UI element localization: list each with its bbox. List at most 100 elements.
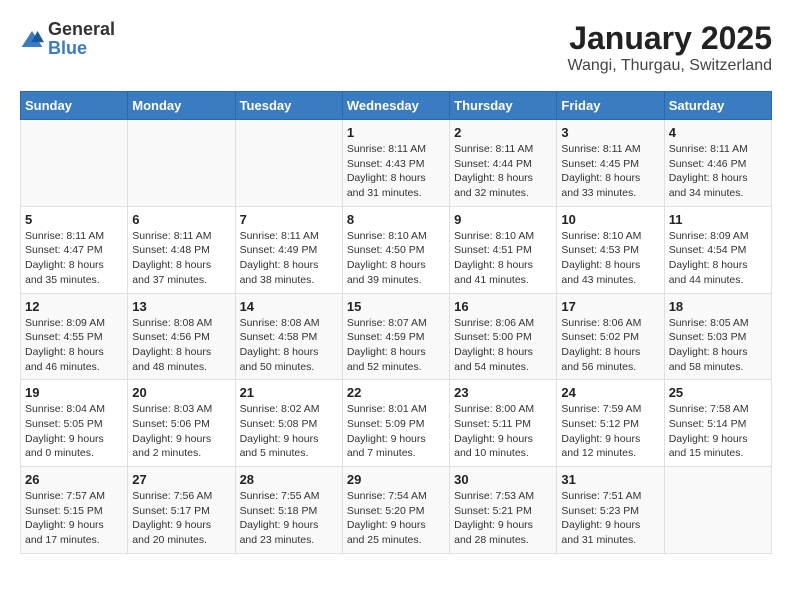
day-info: Sunrise: 8:11 AM Sunset: 4:45 PM Dayligh… (561, 142, 659, 201)
day-info: Sunrise: 7:53 AM Sunset: 5:21 PM Dayligh… (454, 489, 552, 548)
day-info: Sunrise: 8:11 AM Sunset: 4:43 PM Dayligh… (347, 142, 445, 201)
calendar-day: 25 Sunrise: 7:58 AM Sunset: 5:14 PM Dayli… (664, 380, 771, 467)
calendar-day: 14 Sunrise: 8:08 AM Sunset: 4:58 PM Dayli… (235, 293, 342, 380)
calendar-day: 17 Sunrise: 8:06 AM Sunset: 5:02 PM Dayli… (557, 293, 664, 380)
day-info: Sunrise: 8:11 AM Sunset: 4:44 PM Dayligh… (454, 142, 552, 201)
calendar-day: 3 Sunrise: 8:11 AM Sunset: 4:45 PM Daylig… (557, 120, 664, 207)
calendar-header: SundayMondayTuesdayWednesdayThursdayFrid… (21, 92, 772, 120)
calendar-day: 13Sunrise: 8:08 AM Sunset: 4:56 PM Dayli… (128, 293, 235, 380)
day-number: 25 (669, 385, 767, 400)
day-number: 4 (669, 125, 767, 140)
calendar-day: 12 Sunrise: 8:09 AM Sunset: 4:55 PM Dayli… (21, 293, 128, 380)
day-number: 11 (669, 212, 767, 227)
day-info: Sunrise: 8:09 AM Sunset: 4:55 PM Dayligh… (25, 316, 123, 375)
header: General Blue January 2025 Wangi, Thurgau… (20, 20, 772, 75)
day-info: Sunrise: 8:02 AM Sunset: 5:08 PM Dayligh… (240, 402, 338, 461)
logo-icon (20, 29, 44, 49)
calendar-day: 2Sunrise: 8:11 AM Sunset: 4:44 PM Daylig… (450, 120, 557, 207)
day-info: Sunrise: 8:06 AM Sunset: 5:00 PM Dayligh… (454, 316, 552, 375)
day-number: 9 (454, 212, 552, 227)
calendar-day: 7Sunrise: 8:11 AM Sunset: 4:49 PM Daylig… (235, 206, 342, 293)
day-number: 21 (240, 385, 338, 400)
day-info: Sunrise: 8:07 AM Sunset: 4:59 PM Dayligh… (347, 316, 445, 375)
calendar-day: 8Sunrise: 8:10 AM Sunset: 4:50 PM Daylig… (342, 206, 449, 293)
day-number: 23 (454, 385, 552, 400)
day-info: Sunrise: 7:58 AM Sunset: 5:14 PM Dayligh… (669, 402, 767, 461)
day-number: 14 (240, 299, 338, 314)
calendar-day: 30 Sunrise: 7:53 AM Sunset: 5:21 PM Dayli… (450, 467, 557, 554)
day-info: Sunrise: 8:00 AM Sunset: 5:11 PM Dayligh… (454, 402, 552, 461)
day-info: Sunrise: 7:57 AM Sunset: 5:15 PM Dayligh… (25, 489, 123, 548)
calendar-day: 28Sunrise: 7:55 AM Sunset: 5:18 PM Dayli… (235, 467, 342, 554)
col-header-tuesday: Tuesday (235, 92, 342, 120)
calendar-day: 21 Sunrise: 8:02 AM Sunset: 5:08 PM Dayli… (235, 380, 342, 467)
logo-general: General (48, 19, 115, 39)
calendar-table: SundayMondayTuesdayWednesdayThursdayFrid… (20, 91, 772, 554)
calendar-day: 19Sunrise: 8:04 AM Sunset: 5:05 PM Dayli… (21, 380, 128, 467)
day-number: 8 (347, 212, 445, 227)
calendar-day: 9 Sunrise: 8:10 AM Sunset: 4:51 PM Daylig… (450, 206, 557, 293)
calendar-day: 29 Sunrise: 7:54 AM Sunset: 5:20 PM Dayli… (342, 467, 449, 554)
day-info: Sunrise: 8:03 AM Sunset: 5:06 PM Dayligh… (132, 402, 230, 461)
day-info: Sunrise: 7:59 AM Sunset: 5:12 PM Dayligh… (561, 402, 659, 461)
calendar-day: 18 Sunrise: 8:05 AM Sunset: 5:03 PM Dayli… (664, 293, 771, 380)
calendar-day: 5 Sunrise: 8:11 AM Sunset: 4:47 PM Daylig… (21, 206, 128, 293)
calendar-week-5: 26 Sunrise: 7:57 AM Sunset: 5:15 PM Dayli… (21, 467, 772, 554)
day-info: Sunrise: 8:05 AM Sunset: 5:03 PM Dayligh… (669, 316, 767, 375)
calendar-week-1: 1Sunrise: 8:11 AM Sunset: 4:43 PM Daylig… (21, 120, 772, 207)
calendar-day (128, 120, 235, 207)
day-info: Sunrise: 8:04 AM Sunset: 5:05 PM Dayligh… (25, 402, 123, 461)
calendar-day: 15 Sunrise: 8:07 AM Sunset: 4:59 PM Dayli… (342, 293, 449, 380)
calendar-day: 23 Sunrise: 8:00 AM Sunset: 5:11 PM Dayli… (450, 380, 557, 467)
day-info: Sunrise: 8:11 AM Sunset: 4:49 PM Dayligh… (240, 229, 338, 288)
col-header-monday: Monday (128, 92, 235, 120)
calendar-day: 26 Sunrise: 7:57 AM Sunset: 5:15 PM Dayli… (21, 467, 128, 554)
calendar-day: 16 Sunrise: 8:06 AM Sunset: 5:00 PM Dayli… (450, 293, 557, 380)
day-info: Sunrise: 8:11 AM Sunset: 4:48 PM Dayligh… (132, 229, 230, 288)
calendar-day: 22 Sunrise: 8:01 AM Sunset: 5:09 PM Dayli… (342, 380, 449, 467)
day-number: 10 (561, 212, 659, 227)
calendar-day (664, 467, 771, 554)
calendar-day: 20Sunrise: 8:03 AM Sunset: 5:06 PM Dayli… (128, 380, 235, 467)
day-number: 30 (454, 472, 552, 487)
calendar-day: 4 Sunrise: 8:11 AM Sunset: 4:46 PM Daylig… (664, 120, 771, 207)
day-info: Sunrise: 8:10 AM Sunset: 4:51 PM Dayligh… (454, 229, 552, 288)
col-header-friday: Friday (557, 92, 664, 120)
day-info: Sunrise: 8:11 AM Sunset: 4:46 PM Dayligh… (669, 142, 767, 201)
day-info: Sunrise: 8:01 AM Sunset: 5:09 PM Dayligh… (347, 402, 445, 461)
day-number: 22 (347, 385, 445, 400)
day-number: 27 (132, 472, 230, 487)
calendar-week-2: 5 Sunrise: 8:11 AM Sunset: 4:47 PM Daylig… (21, 206, 772, 293)
calendar-week-4: 19Sunrise: 8:04 AM Sunset: 5:05 PM Dayli… (21, 380, 772, 467)
calendar-body: 1Sunrise: 8:11 AM Sunset: 4:43 PM Daylig… (21, 120, 772, 554)
calendar-day: 11 Sunrise: 8:09 AM Sunset: 4:54 PM Dayli… (664, 206, 771, 293)
day-number: 26 (25, 472, 123, 487)
day-info: Sunrise: 7:54 AM Sunset: 5:20 PM Dayligh… (347, 489, 445, 548)
day-number: 15 (347, 299, 445, 314)
calendar-day (21, 120, 128, 207)
logo: General Blue (20, 20, 115, 58)
col-header-thursday: Thursday (450, 92, 557, 120)
day-number: 29 (347, 472, 445, 487)
calendar-week-3: 12 Sunrise: 8:09 AM Sunset: 4:55 PM Dayli… (21, 293, 772, 380)
calendar-day (235, 120, 342, 207)
day-info: Sunrise: 8:11 AM Sunset: 4:47 PM Dayligh… (25, 229, 123, 288)
day-number: 3 (561, 125, 659, 140)
day-info: Sunrise: 8:08 AM Sunset: 4:58 PM Dayligh… (240, 316, 338, 375)
col-header-sunday: Sunday (21, 92, 128, 120)
day-info: Sunrise: 7:51 AM Sunset: 5:23 PM Dayligh… (561, 489, 659, 548)
calendar-day: 24Sunrise: 7:59 AM Sunset: 5:12 PM Dayli… (557, 380, 664, 467)
day-info: Sunrise: 8:09 AM Sunset: 4:54 PM Dayligh… (669, 229, 767, 288)
logo-blue: Blue (48, 38, 87, 58)
day-number: 31 (561, 472, 659, 487)
day-number: 5 (25, 212, 123, 227)
day-info: Sunrise: 8:06 AM Sunset: 5:02 PM Dayligh… (561, 316, 659, 375)
day-number: 16 (454, 299, 552, 314)
day-number: 18 (669, 299, 767, 314)
col-header-wednesday: Wednesday (342, 92, 449, 120)
day-number: 17 (561, 299, 659, 314)
calendar-day: 27 Sunrise: 7:56 AM Sunset: 5:17 PM Dayli… (128, 467, 235, 554)
day-info: Sunrise: 7:56 AM Sunset: 5:17 PM Dayligh… (132, 489, 230, 548)
day-number: 12 (25, 299, 123, 314)
day-info: Sunrise: 7:55 AM Sunset: 5:18 PM Dayligh… (240, 489, 338, 548)
